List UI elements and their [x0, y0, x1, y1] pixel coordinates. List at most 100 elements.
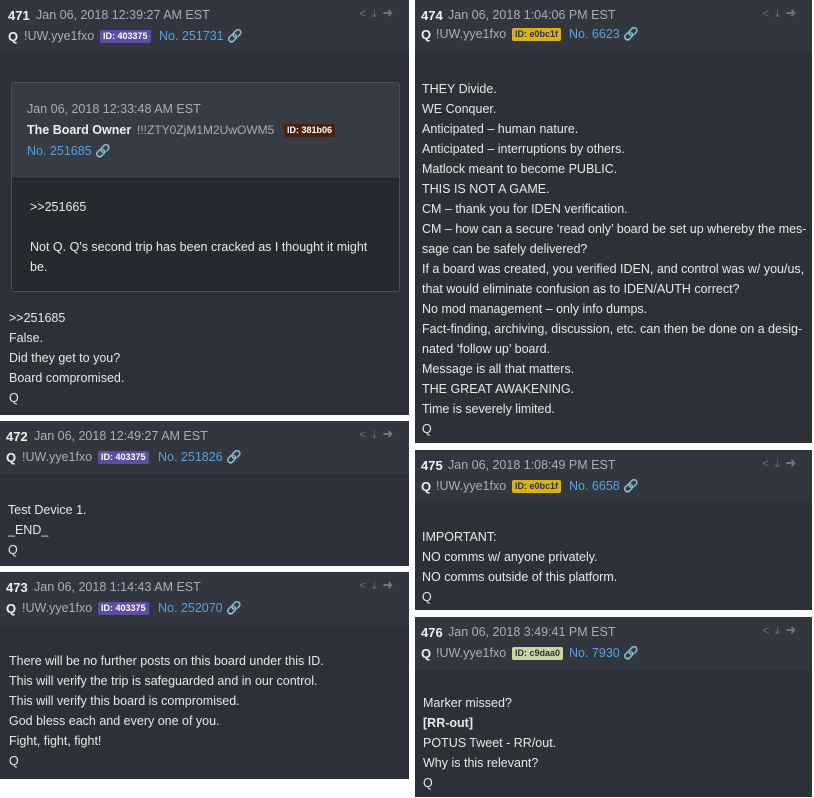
backlink[interactable]: >>251685	[9, 308, 399, 328]
download-icon[interactable]: ⤓	[372, 429, 383, 441]
post-date: Jan 06, 2018 1:14:43 AM EST	[34, 580, 201, 594]
post-date: Jan 06, 2018 1:04:06 PM EST	[448, 8, 616, 22]
link-icon: 🔗	[623, 479, 639, 493]
post-line: This will verify the trip is safeguarded…	[9, 674, 318, 688]
download-icon[interactable]: ⤓	[372, 580, 383, 592]
post-body: IMPORTANT: NO comms w/ anyone privately.…	[422, 527, 802, 607]
tripcode: !UW.yye1fxo	[436, 479, 507, 493]
goto-icon[interactable]: ➜	[383, 8, 399, 20]
goto-icon[interactable]: ➜	[786, 625, 802, 637]
share-icon[interactable]: <	[762, 8, 774, 20]
post-number: 474	[421, 8, 443, 23]
post-date: Jan 06, 2018 12:49:27 AM EST	[34, 429, 208, 443]
post-line: Message is all that matters.	[422, 362, 575, 376]
share-icon[interactable]: <	[762, 458, 774, 470]
id-badge[interactable]: ID: c9daa0	[512, 647, 564, 660]
post-no[interactable]: No. 251731	[159, 29, 224, 43]
quote-post-no[interactable]: No. 251685	[27, 144, 92, 158]
post-link[interactable]: No. 252070 🔗	[158, 601, 242, 616]
post-signature: Q	[422, 422, 432, 436]
download-icon[interactable]: ⤓	[372, 8, 383, 20]
author-name: Q	[421, 27, 432, 42]
post-link[interactable]: No. 251731 🔗	[159, 29, 243, 44]
quoted-post: Jan 06, 2018 12:33:48 AM EST The Board O…	[11, 82, 400, 292]
post-no[interactable]: No. 252070	[158, 601, 223, 615]
author-name: Q	[6, 601, 17, 616]
post-link[interactable]: No. 6658 🔗	[569, 479, 639, 494]
post-signature: Q	[8, 543, 18, 557]
post-line: Anticipated – interruptions by others.	[422, 142, 625, 156]
post-line: _END_	[8, 523, 49, 537]
post-link[interactable]: No. 6623 🔗	[569, 27, 639, 42]
post-body: >>251685 False. Did they get to you? Boa…	[9, 308, 399, 408]
author-name: Q	[8, 29, 19, 44]
post-line: If a board was created, you verified IDE…	[422, 262, 805, 276]
quote-author: The Board Owner	[27, 123, 132, 137]
post-line: Fact-finding, archiving, discussion, etc…	[422, 322, 803, 336]
post-line: There will be no further posts on this b…	[9, 654, 324, 668]
post-line: False.	[9, 331, 44, 345]
goto-icon[interactable]: ➜	[786, 8, 802, 20]
goto-icon[interactable]: ➜	[786, 458, 802, 470]
id-badge[interactable]: ID: 403375	[98, 451, 149, 464]
download-icon[interactable]: ⤓	[775, 8, 786, 20]
quote-date: Jan 06, 2018 12:33:48 AM EST	[27, 102, 201, 116]
share-icon[interactable]: <	[359, 580, 371, 592]
quote-post-link[interactable]: No. 251685 🔗	[27, 144, 111, 159]
post-link[interactable]: No. 251826 🔗	[158, 450, 242, 465]
post-date: Jan 06, 2018 12:39:27 AM EST	[36, 8, 210, 22]
share-icon[interactable]: <	[359, 8, 371, 20]
share-icon[interactable]: <	[359, 429, 371, 441]
download-icon[interactable]: ⤓	[775, 458, 786, 470]
post-header: 472 Jan 06, 2018 12:49:27 AM EST Q !UW.y…	[0, 421, 409, 474]
post-line: Board compromised.	[9, 371, 125, 385]
post-no[interactable]: No. 7930	[569, 646, 620, 660]
post-line-bold: [RR-out]	[423, 716, 473, 730]
tripcode: !UW.yye1fxo	[22, 601, 93, 615]
post-number: 472	[6, 429, 28, 444]
goto-icon[interactable]: ➜	[383, 429, 399, 441]
tripcode: !UW.yye1fxo	[436, 27, 507, 41]
post-line: sage can be safely delivered?	[422, 242, 588, 256]
post-line: that would eliminate confusion as to IDE…	[422, 282, 740, 296]
post-no[interactable]: No. 251826	[158, 450, 223, 464]
author-name: Q	[6, 450, 17, 465]
post-line: God bless each and every one of you.	[9, 714, 220, 728]
post-line: Test Device 1.	[8, 503, 87, 517]
post-line: POTUS Tweet - RR/out.	[423, 736, 557, 750]
id-badge[interactable]: ID: 403375	[100, 30, 151, 43]
post-number: 473	[6, 580, 28, 595]
post-line: NO comms outside of this platform.	[422, 570, 618, 584]
quote-backlink[interactable]: >>251665	[30, 197, 385, 217]
download-icon[interactable]: ⤓	[775, 625, 786, 637]
post-body: Test Device 1. _END_ Q	[8, 500, 399, 560]
post-header: 474 Jan 06, 2018 1:04:06 PM EST Q !UW.yy…	[415, 0, 812, 53]
post-header: 475 Jan 06, 2018 1:08:49 PM EST Q !UW.yy…	[415, 450, 812, 503]
author-name: Q	[421, 646, 432, 661]
post-header: 473 Jan 06, 2018 1:14:43 AM EST Q !UW.yy…	[0, 572, 409, 625]
post-line: CM – thank you for IDEN verification.	[422, 202, 628, 216]
post-475: 475 Jan 06, 2018 1:08:49 PM EST Q !UW.yy…	[415, 450, 812, 610]
post-body: THEY Divide. WE Conquer. Anticipated – h…	[422, 79, 807, 439]
post-actions: <⤓➜	[359, 8, 399, 21]
quote-id-badge[interactable]: ID: 381b06	[284, 124, 336, 137]
post-line: CM – how can a secure ‘read only’ board …	[422, 222, 807, 236]
tripcode: !UW.yye1fxo	[22, 450, 93, 464]
post-line: Why is this relevant?	[423, 756, 539, 770]
post-line: Matlock meant to become PUBLIC.	[422, 162, 618, 176]
id-badge[interactable]: ID: 403375	[98, 602, 149, 615]
post-line: No mod management – only info dumps.	[422, 302, 648, 316]
post-signature: Q	[9, 754, 19, 768]
post-date: Jan 06, 2018 1:08:49 PM EST	[448, 458, 616, 472]
quote-body: >>251665 Not Q. Q's second trip has been…	[12, 178, 399, 291]
post-473: 473 Jan 06, 2018 1:14:43 AM EST Q !UW.yy…	[0, 572, 409, 779]
post-no[interactable]: No. 6658	[569, 479, 620, 493]
id-badge[interactable]: ID: e0bc1f	[512, 480, 562, 493]
post-header: 471 Jan 06, 2018 12:39:27 AM EST Q !UW.y…	[0, 0, 409, 53]
post-link[interactable]: No. 7930 🔗	[569, 646, 639, 661]
share-icon[interactable]: <	[762, 625, 774, 637]
goto-icon[interactable]: ➜	[383, 580, 399, 592]
post-no[interactable]: No. 6623	[569, 27, 620, 41]
post-number: 476	[421, 625, 443, 640]
id-badge[interactable]: ID: e0bc1f	[512, 28, 562, 41]
